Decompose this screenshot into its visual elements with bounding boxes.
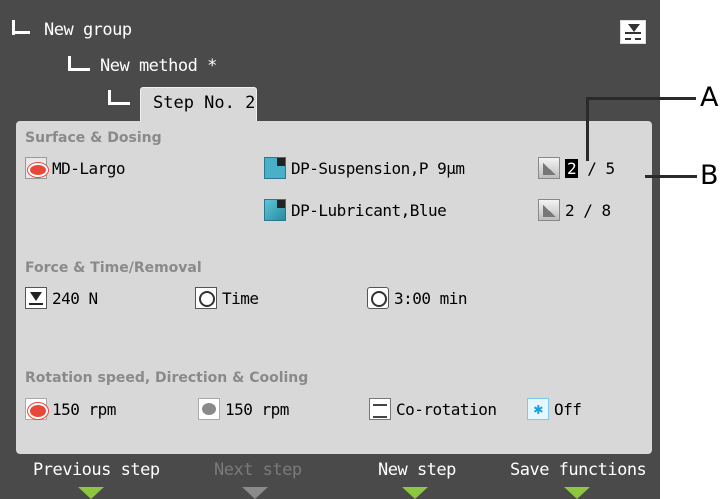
lubricant-field[interactable]: DP-Lubricant,Blue [264, 199, 447, 221]
tree-group-label: New group [44, 20, 132, 40]
fn-previous-step[interactable]: Previous step [33, 460, 160, 480]
lubricant-level: 2 / 8 [565, 200, 611, 220]
tree-elbow-icon [68, 68, 90, 71]
polishing-disc-icon [25, 157, 48, 179]
suspension-bottle-icon [264, 157, 286, 179]
suspension-name: DP-Suspension,P 9µm [291, 158, 465, 178]
snowflake-icon: ✱ [527, 398, 549, 420]
lubricant-name: DP-Lubricant,Blue [291, 200, 447, 220]
fn-new-step[interactable]: New step [378, 460, 456, 480]
disc-speed-value: 150 rpm [52, 399, 116, 419]
callout-b-line [645, 175, 697, 178]
dosing-level-icon [538, 157, 560, 179]
lubricant-bottle-icon [264, 199, 286, 221]
fn-new-step-indicator-icon [402, 487, 428, 499]
save-icon[interactable] [620, 20, 646, 44]
suspension-field[interactable]: DP-Suspension,P 9µm [264, 157, 465, 179]
callout-a-line [586, 97, 589, 161]
tree-method-label: New method * [100, 56, 217, 76]
fn-previous-step-indicator-icon [78, 487, 104, 499]
fn-next-step-indicator-icon [242, 487, 268, 499]
step-settings-panel: Surface & Dosing MD-Largo DP-Suspension,… [16, 121, 652, 454]
holder-rotation-icon [198, 398, 220, 420]
clock-icon [367, 287, 389, 309]
tab-step-label: Step No. 2 [153, 93, 256, 113]
surface-name: MD-Largo [52, 158, 126, 178]
force-down-icon [25, 287, 47, 309]
mode-value: Time [222, 288, 259, 308]
cooling-value: Off [554, 399, 582, 419]
suspension-level-selected[interactable]: 2 [565, 158, 579, 178]
section-title-force: Force & Time/Removal [25, 260, 202, 276]
dosing-level-icon [538, 199, 560, 221]
direction-field[interactable]: Co-rotation [369, 398, 497, 420]
surface-field[interactable]: MD-Largo [25, 157, 126, 179]
callout-b-label: B [700, 160, 719, 191]
holder-speed-value: 150 rpm [225, 399, 289, 419]
time-field[interactable]: 3:00 min [367, 287, 468, 309]
suspension-level-rest: / 5 [578, 158, 615, 178]
mode-field[interactable]: Time [195, 287, 259, 309]
force-value: 240 N [52, 288, 98, 308]
fn-save-functions-indicator-icon [564, 487, 590, 499]
tree-group[interactable]: New group [12, 20, 132, 40]
cooling-field[interactable]: ✱ Off [527, 398, 582, 420]
tab-step[interactable]: Step No. 2 [140, 87, 257, 121]
callout-a-label: A [700, 82, 719, 113]
tree-line [12, 20, 15, 35]
time-value: 3:00 min [394, 288, 468, 308]
tree-method[interactable]: New method * [68, 56, 217, 76]
suspension-level-field[interactable]: 2 / 5 [538, 157, 615, 179]
time-mode-icon [195, 287, 217, 309]
callout-a-line [586, 97, 696, 100]
co-rotation-icon [369, 398, 391, 420]
holder-speed-field[interactable]: 150 rpm [198, 398, 289, 420]
disc-rotation-icon [25, 398, 48, 420]
fn-next-step[interactable]: Next step [214, 460, 302, 480]
direction-value: Co-rotation [396, 399, 497, 419]
device-screen: New group New method * Step No. 2 Surfac… [0, 0, 660, 499]
tree-elbow-icon [108, 102, 130, 105]
force-field[interactable]: 240 N [25, 287, 98, 309]
disc-speed-field[interactable]: 150 rpm [25, 398, 116, 420]
fn-save-functions[interactable]: Save functions [510, 460, 647, 480]
section-title-rotation: Rotation speed, Direction & Cooling [25, 370, 309, 386]
lubricant-level-field[interactable]: 2 / 8 [538, 199, 611, 221]
section-title-surface: Surface & Dosing [25, 130, 162, 146]
